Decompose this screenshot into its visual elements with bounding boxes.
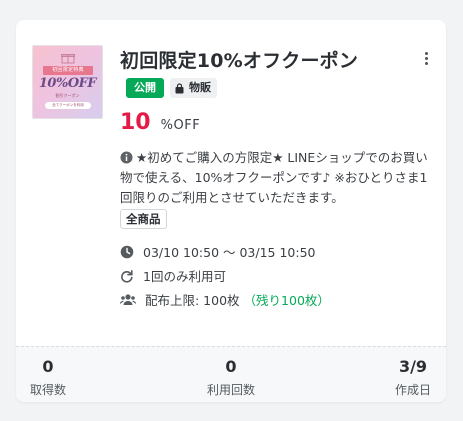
stat-label: 作成日 — [394, 383, 431, 397]
clock-icon — [120, 245, 134, 258]
stat-acquired: 0 取得数 — [3, 357, 93, 398]
thumbnail-headline: 10%OFF — [38, 76, 97, 91]
usage-text: 1回のみ利用可 — [143, 269, 226, 284]
bag-icon — [175, 82, 184, 93]
period-row: 03/10 10:50 〜 03/15 10:50 — [120, 242, 316, 261]
usage-row: 1回のみ利用可 — [120, 266, 226, 285]
thumbnail-pill: 全てクーポンを利用 — [45, 102, 91, 109]
distribution-row: 配布上限: 100枚 （残り100枚） — [120, 290, 330, 309]
period-text: 03/10 10:50 〜 03/15 10:50 — [143, 245, 316, 260]
coupon-title: 初回限定10%オフクーポン — [120, 50, 359, 72]
thumbnail-subline: 割引クーポン — [55, 93, 80, 98]
stat-value: 3/9 — [398, 357, 428, 376]
scope-tag: 全商品 — [120, 209, 167, 229]
discount: 10 %OFF — [120, 110, 200, 135]
discount-unit: %OFF — [160, 118, 201, 133]
discount-value: 10 — [120, 110, 151, 135]
gift-icon — [61, 54, 75, 64]
coupon-card[interactable]: 初回限定特典 10%OFF 割引クーポン 全てクーポンを利用 初回限定10%オフ… — [16, 20, 446, 402]
badge-row: 公開 物販 — [126, 78, 217, 98]
stat-used: 0 利用回数 — [186, 357, 276, 398]
description-text: ★初めてご購入の方限定★ LINEショップでのお買い物で使える、10%オフクーポ… — [120, 150, 428, 205]
thumbnail-band: 初回限定特典 — [43, 66, 93, 75]
more-vertical-icon[interactable] — [420, 50, 432, 68]
stat-label: 利用回数 — [206, 383, 255, 397]
users-icon — [120, 293, 136, 305]
stat-value: 0 — [42, 357, 54, 376]
distribution-text: 配布上限: 100枚 — [145, 293, 240, 308]
redo-icon — [121, 269, 133, 283]
status-badge: 公開 — [126, 78, 164, 98]
stats-footer: 0 取得数 0 利用回数 3/9 作成日 — [16, 346, 446, 402]
type-badge-label: 物販 — [189, 81, 211, 94]
stat-created: 3/9 作成日 — [368, 357, 458, 398]
coupon-thumbnail: 初回限定特典 10%OFF 割引クーポン 全てクーポンを利用 — [32, 45, 103, 119]
info-icon — [120, 151, 133, 164]
remaining-text: （残り100枚） — [243, 293, 330, 308]
coupon-description: ★初めてご購入の方限定★ LINEショップでのお買い物で使える、10%オフクーポ… — [120, 148, 430, 208]
type-badge: 物販 — [170, 78, 217, 98]
stat-label: 取得数 — [29, 383, 66, 397]
stat-value: 0 — [225, 357, 237, 376]
